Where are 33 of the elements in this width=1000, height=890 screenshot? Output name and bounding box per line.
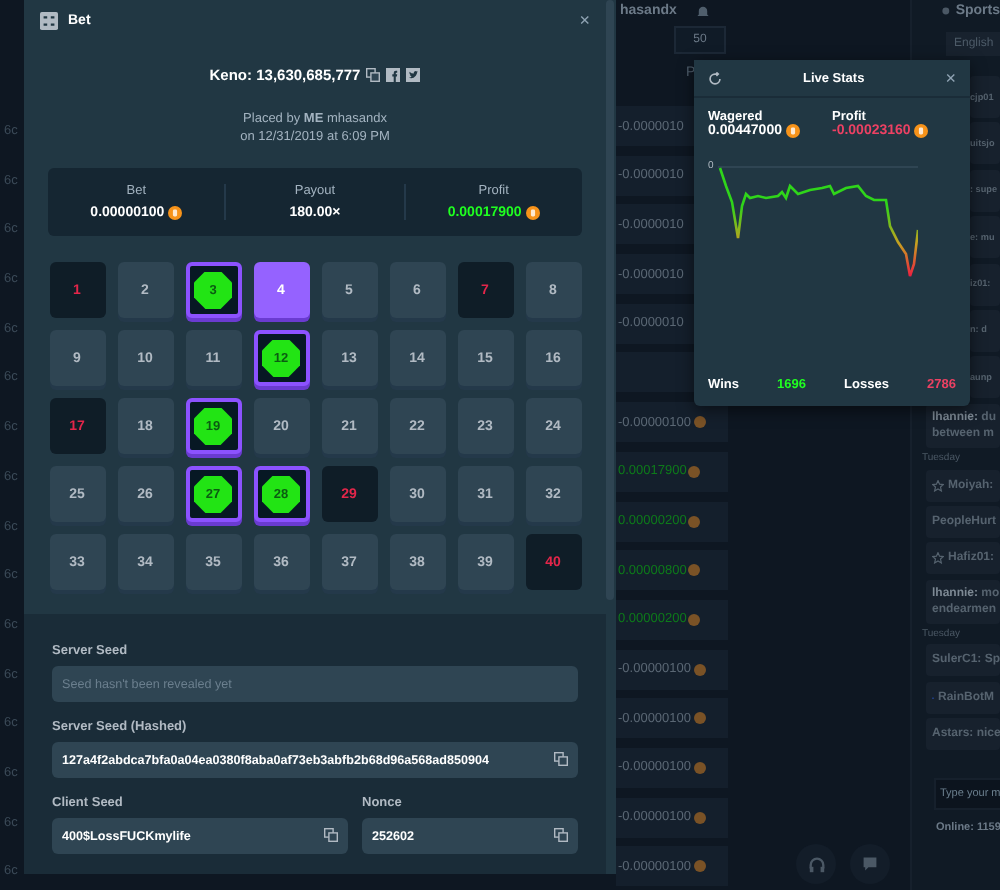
speech-bubble-icon xyxy=(862,856,878,872)
coin-icon xyxy=(693,663,706,676)
coin-icon xyxy=(914,124,929,138)
copy-icon[interactable] xyxy=(366,68,381,82)
coin-icon xyxy=(168,206,183,220)
bell-icon[interactable] xyxy=(696,3,711,17)
coin-icon xyxy=(688,564,701,577)
coin-icon xyxy=(693,860,706,873)
copy-icon[interactable] xyxy=(554,752,568,766)
coin-icon xyxy=(688,465,701,478)
coin-icon xyxy=(785,124,800,138)
coin-icon xyxy=(688,613,701,626)
close-icon[interactable]: × xyxy=(945,68,956,88)
support-button[interactable] xyxy=(796,844,836,884)
headset-icon xyxy=(807,855,825,873)
coin-icon xyxy=(525,206,540,220)
coin-icon xyxy=(693,712,706,725)
coin-icon xyxy=(693,811,706,824)
coin-icon xyxy=(688,515,701,527)
facebook-icon[interactable] xyxy=(386,68,401,82)
twitter-icon[interactable] xyxy=(406,68,421,82)
coin-icon xyxy=(693,416,706,429)
star-icon xyxy=(932,479,944,492)
ball-icon[interactable] xyxy=(942,3,950,17)
coin-icon xyxy=(693,761,706,774)
copy-icon[interactable] xyxy=(324,828,338,842)
copy-icon[interactable] xyxy=(554,828,568,842)
chat-button[interactable] xyxy=(850,844,890,884)
star-icon xyxy=(932,552,944,565)
keno-icon xyxy=(40,11,58,29)
refresh-icon[interactable] xyxy=(708,71,722,85)
scrollbar[interactable] xyxy=(606,0,614,600)
close-icon[interactable]: × xyxy=(579,10,590,30)
